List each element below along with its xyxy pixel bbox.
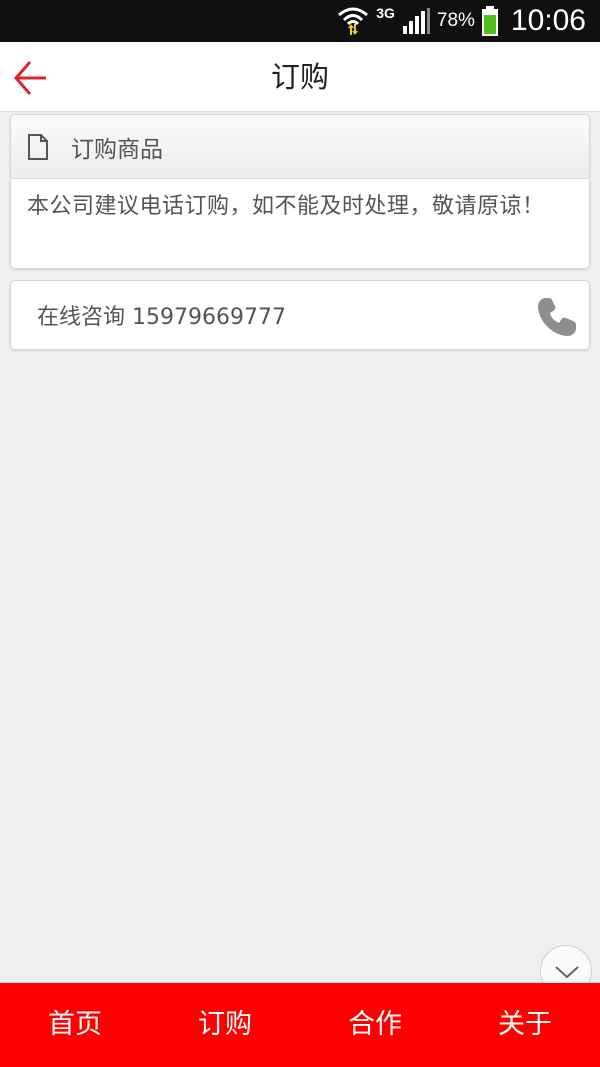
wifi-icon [338, 7, 369, 35]
consult-phone-text: 在线咨询 15979669777 [37, 305, 286, 330]
status-icons: 3G 78% 10:06 [336, 0, 586, 42]
status-bar: 3G 78% 10:06 [0, 0, 600, 42]
chevron-down-icon [555, 966, 579, 979]
phone-icon[interactable] [535, 295, 579, 339]
order-card-header: 订购商品 [11, 115, 589, 179]
nav-item-order[interactable]: 订购 [150, 983, 300, 1067]
document-icon [28, 133, 48, 160]
signal-icon [402, 8, 430, 34]
network-type: 3G [376, 5, 395, 21]
app-bar: 订购 [0, 42, 600, 112]
order-card-title: 订购商品 [71, 136, 163, 163]
clock: 10:06 [510, 4, 586, 37]
nav-item-cooperation[interactable]: 合作 [300, 983, 450, 1067]
nav-item-about[interactable]: 关于 [450, 983, 600, 1067]
bottom-nav: 首页 订购 合作 关于 [0, 983, 600, 1067]
consult-card[interactable]: 在线咨询 15979669777 [10, 280, 590, 350]
page-title: 订购 [270, 60, 329, 94]
battery-percent: 78% [436, 10, 475, 31]
nav-item-home[interactable]: 首页 [0, 983, 150, 1067]
order-card: 订购商品 本公司建议电话订购，如不能及时处理，敬请原谅！ [10, 114, 590, 269]
order-card-text: 本公司建议电话订购，如不能及时处理，敬请原谅！ [27, 194, 545, 219]
battery-icon [481, 6, 498, 36]
